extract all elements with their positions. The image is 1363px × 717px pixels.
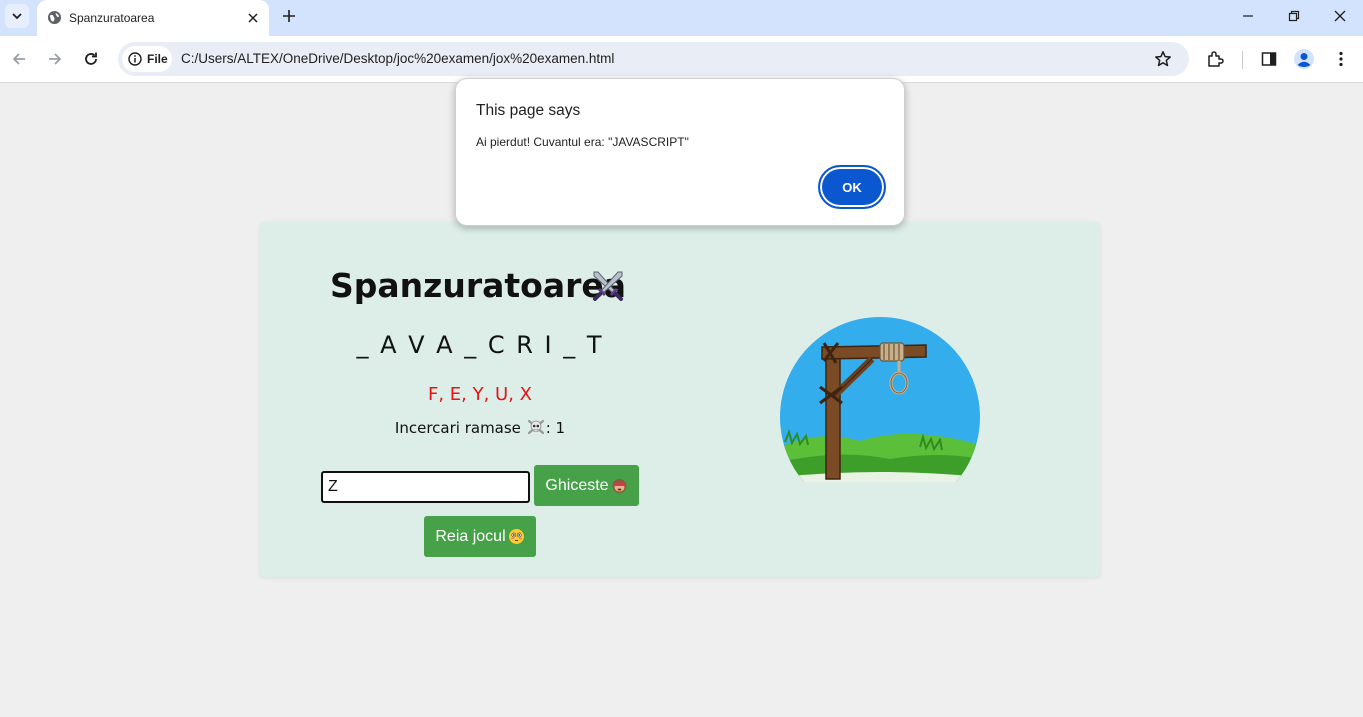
- guess-button-label: Ghiceste: [545, 476, 609, 494]
- tab-title: Spanzuratoarea: [69, 11, 155, 25]
- chip-label: File: [147, 52, 168, 66]
- extensions-icon[interactable]: [1203, 47, 1227, 71]
- attempts-remaining: Incercari ramase : 1: [260, 419, 700, 437]
- reload-icon[interactable]: [79, 47, 103, 71]
- site-info-chip[interactable]: File: [122, 46, 172, 72]
- gallows-image: [780, 317, 980, 482]
- ok-button[interactable]: OK: [818, 165, 886, 209]
- word-display: _ A V A _ C R I _ T: [356, 331, 604, 359]
- tab-strip: Spanzuratoarea: [0, 0, 1363, 36]
- url-text[interactable]: C:/Users/ALTEX/OneDrive/Desktop/joc%20ex…: [181, 51, 614, 66]
- attempts-separator: :: [545, 419, 556, 437]
- dialog-title: This page says: [476, 102, 581, 119]
- guess-input[interactable]: [321, 471, 530, 503]
- active-tab[interactable]: Spanzuratoarea: [37, 0, 269, 36]
- monkey-emoji-icon: [612, 479, 627, 493]
- minimize-icon[interactable]: [1226, 4, 1270, 28]
- game-title: Spanzuratoarea: [330, 266, 627, 305]
- menu-icon[interactable]: [1329, 47, 1353, 71]
- toolbar-divider: [1242, 51, 1243, 69]
- plus-icon[interactable]: [278, 5, 300, 27]
- dialog-message: Ai pierdut! Cuvantul era: "JAVASCRIPT": [476, 135, 689, 149]
- forward-icon[interactable]: [43, 47, 67, 71]
- game-card: Spanzuratoarea _ A V A _ C R I _ T F, E,…: [260, 222, 1100, 577]
- wrong-letters: F, E, Y, U, X: [427, 384, 532, 405]
- restore-icon[interactable]: [1272, 4, 1316, 28]
- side-panel-icon[interactable]: [1257, 47, 1281, 71]
- alert-dialog: This page says Ai pierdut! Cuvantul era:…: [455, 78, 905, 226]
- reset-button-label: Reia jocul: [435, 527, 506, 545]
- profile-icon[interactable]: [1292, 47, 1316, 71]
- attempts-value: 1: [555, 419, 566, 437]
- star-icon[interactable]: [1154, 50, 1172, 68]
- guess-button[interactable]: Ghiceste: [534, 465, 639, 506]
- tab-search-icon[interactable]: [5, 4, 29, 28]
- address-bar[interactable]: File C:/Users/ALTEX/OneDrive/Desktop/joc…: [118, 42, 1189, 76]
- info-icon: [128, 52, 142, 66]
- back-icon[interactable]: [7, 47, 31, 71]
- close-window-icon[interactable]: [1318, 4, 1362, 28]
- globe-icon: [47, 10, 62, 25]
- reset-button[interactable]: Reia jocul: [424, 516, 536, 557]
- flushed-face-icon: [508, 529, 524, 544]
- browser-toolbar: File C:/Users/ALTEX/OneDrive/Desktop/joc…: [0, 36, 1363, 83]
- attempts-label: Incercari ramase: [394, 419, 521, 437]
- crossed-swords-icon: [593, 271, 623, 301]
- skull-icon: [527, 419, 544, 435]
- close-icon[interactable]: [244, 9, 262, 27]
